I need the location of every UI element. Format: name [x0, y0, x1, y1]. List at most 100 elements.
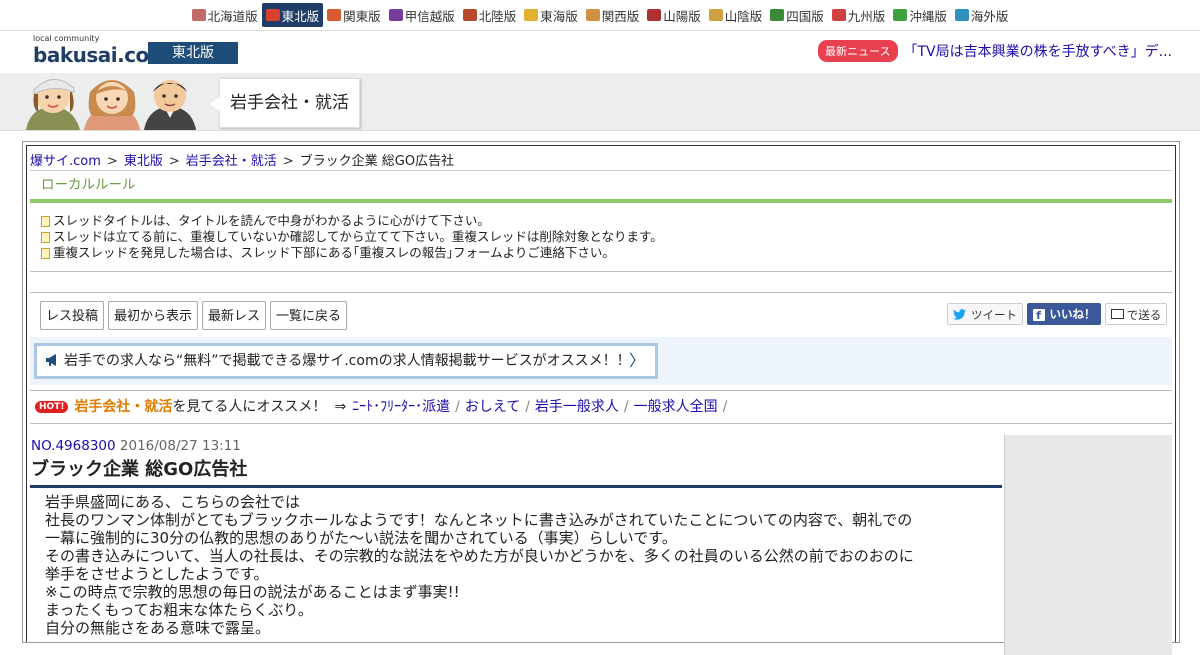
region-label: 北陸版: [478, 8, 517, 24]
region-link[interactable]: 海外版: [951, 3, 1013, 27]
region-link[interactable]: 四国版: [766, 3, 828, 27]
news-ticker[interactable]: 最新ニュース 「TV局は吉本興業の株を手放すべき」デ...: [818, 40, 1172, 62]
local-rule-item: スレッドタイトルは、タイトルを読んで中身がわかるように心がけて下さい。: [41, 213, 1172, 229]
edition-label[interactable]: 東北版: [148, 42, 238, 64]
like-label: いいね！: [1049, 307, 1096, 321]
region-icon: [770, 9, 785, 21]
post-reply-button[interactable]: レス投稿: [40, 301, 104, 330]
category-title: 岩手会社・就活: [210, 78, 360, 128]
thread-action-bar: レス投稿 最初から表示 最新レス 一覧に戻る ツイート f いいね！ で送る: [27, 293, 1175, 337]
recommend-link-iwate-jobs[interactable]: 岩手一般求人: [535, 391, 619, 423]
chevron-right-icon: 〉: [628, 351, 645, 370]
recommend-link-oshiete[interactable]: おしえて: [465, 391, 520, 423]
mail-send-button[interactable]: で送る: [1105, 303, 1167, 325]
region-label: 山陰版: [724, 8, 763, 24]
document-icon: [41, 231, 50, 243]
region-nav: 北海道版 東北版 関東版 甲信越版 北陸版 東海版 関西版 山陽版 山陰版 四国版 九州版 沖縄版 海外…: [0, 0, 1200, 31]
region-label: 甲信越版: [404, 8, 455, 24]
local-rule-item: 重複スレッドを発見した場合は、スレッド下部にある｢重複スレの報告｣フォームよりご…: [41, 245, 1172, 261]
local-rule-list: スレッドタイトルは、タイトルを読んで中身がわかるように心がけて下さい。 スレッド…: [30, 203, 1172, 272]
post-line: ※この時点で宗教的思想の毎日の説法があることはまず事実!!: [45, 583, 460, 601]
content-frame: 爆サイ.com > 東北版 > 岩手会社・就活 > ブラック企業 総GO広告社 ローカルルー…: [22, 141, 1180, 655]
local-rule-item: スレッドは立てる前に、重複していないか確認してから立てて下さい。重複スレッドは削…: [41, 229, 1172, 245]
thread-title: ブラック企業 総GO広告社: [30, 457, 1002, 488]
region-label: 北海道版: [207, 8, 258, 24]
news-badge: 最新ニュース: [818, 40, 898, 62]
post-meta: NO.4968300 2016/08/27 13:11: [30, 435, 1002, 457]
mail-label: で送る: [1126, 308, 1162, 322]
recommend-link-national-jobs[interactable]: 一般求人全国: [634, 391, 718, 423]
content-inner: 爆サイ.com > 東北版 > 岩手会社・就活 > ブラック企業 総GO広告社 ローカルルー…: [26, 145, 1176, 655]
region-label: 沖縄版: [909, 8, 947, 24]
facebook-icon: f: [1032, 309, 1045, 322]
post-date: 2016/08/27 13:11: [119, 438, 241, 454]
promo-area: 岩手での求人なら“無料”で掲載できる爆サイ.comの求人情報掲載サービスがオスス…: [30, 337, 1172, 385]
link-separator: /: [623, 399, 629, 415]
news-headline-link[interactable]: 「TV局は吉本興業の株を手放すべき」デ...: [904, 41, 1173, 61]
hot-badge: HOT!: [35, 401, 69, 413]
region-label: 山陽版: [663, 8, 701, 24]
breadcrumb-home[interactable]: 爆サイ.com: [30, 154, 101, 169]
site-header: local community bakusai.com 東北版 最新ニュース 「…: [0, 31, 1200, 74]
region-label: 関東版: [343, 8, 381, 24]
region-label: 九州版: [847, 8, 886, 24]
document-icon: [41, 247, 50, 259]
sidebar-ad-area: [1004, 435, 1172, 655]
region-link[interactable]: 山陽版: [643, 3, 705, 27]
region-icon: [191, 9, 206, 21]
post-line: 挙手をさせようとしたようです。: [45, 565, 269, 583]
recommend-suffix: を見てる人にオススメ！: [172, 399, 327, 415]
promo-text: 岩手での求人なら“無料”で掲載できる爆サイ.comの求人情報掲載サービスがオスス…: [64, 353, 631, 369]
recommend-category-link[interactable]: 岩手会社・就活: [74, 391, 172, 423]
link-separator: /: [455, 399, 460, 415]
local-rule-text: スレッドは立てる前に、重複していないか確認してから立てて下さい。重複スレッドは削…: [53, 229, 663, 244]
job-listing-promo-link[interactable]: 岩手での求人なら“無料”で掲載できる爆サイ.comの求人情報掲載サービスがオスス…: [34, 343, 658, 379]
facebook-like-button[interactable]: f いいね！: [1027, 303, 1101, 325]
recommend-link-neet[interactable]: ﾆｰﾄ･ﾌﾘｰﾀｰ･派遣: [352, 391, 450, 423]
region-link[interactable]: 沖縄版: [889, 3, 951, 27]
region-icon: [647, 9, 662, 21]
post-number-link[interactable]: NO.4968300: [31, 438, 116, 454]
region-icon: [524, 9, 539, 21]
breadcrumb-sep: >: [282, 154, 294, 169]
region-link[interactable]: 北海道版: [188, 3, 262, 27]
document-icon: [41, 215, 50, 227]
region-link[interactable]: 九州版: [828, 3, 890, 27]
tweet-label: ツイート: [971, 308, 1017, 322]
local-rule-text: スレッドタイトルは、タイトルを読んで中身がわかるように心がけて下さい。: [53, 213, 490, 228]
back-to-list-button[interactable]: 一覧に戻る: [270, 301, 347, 330]
region-icon: [831, 9, 846, 21]
recommend-bar: HOT! 岩手会社・就活 を見てる人にオススメ！ ⇒ ﾆｰﾄ･ﾌﾘｰﾀｰ･派遣 /…: [30, 390, 1172, 424]
region-label: 関西版: [601, 8, 640, 24]
region-link[interactable]: 山陰版: [705, 3, 767, 27]
megaphone-icon: [46, 354, 56, 366]
region-icon: [388, 9, 403, 21]
show-from-start-button[interactable]: 最初から表示: [108, 301, 198, 330]
local-rule-heading: ローカルルール: [30, 170, 1172, 203]
region-icon: [954, 9, 969, 21]
region-link[interactable]: 甲信越版: [385, 3, 459, 27]
region-label: 東海版: [540, 8, 578, 24]
link-separator: /: [722, 399, 728, 415]
local-rule-text: 重複スレッドを発見した場合は、スレッド下部にある｢重複スレの報告｣フォームよりご…: [53, 245, 615, 260]
latest-replies-button[interactable]: 最新レス: [202, 301, 266, 330]
post-body: 岩手県盛岡にある、こちらの会社では 社長のワンマン体制がとてもブラックホールなよ…: [30, 488, 1002, 637]
breadcrumb-sep: >: [168, 154, 180, 169]
breadcrumb-category[interactable]: 岩手会社・就活: [186, 154, 277, 169]
post-line: 岩手県盛岡にある、こちらの会社では: [45, 493, 301, 511]
post-line: 一幕に強制的に30分の仏教的思想のありがた～い説法を聞かされている（事実）らしい…: [45, 529, 677, 547]
region-link[interactable]: 東北版: [261, 3, 324, 27]
category-banner: 岩手会社・就活: [0, 74, 1200, 131]
region-link[interactable]: 北陸版: [459, 3, 521, 27]
twitter-icon: [953, 309, 966, 320]
region-link[interactable]: 関西版: [582, 3, 644, 27]
breadcrumb-current: ブラック企業 総GO広告社: [299, 154, 455, 169]
region-link[interactable]: 関東版: [323, 3, 385, 27]
region-icon: [327, 9, 342, 21]
region-link[interactable]: 東海版: [520, 3, 582, 27]
mail-icon: [1110, 309, 1124, 319]
tweet-button[interactable]: ツイート: [947, 303, 1023, 325]
mascot-faces-illustration: [26, 79, 196, 130]
breadcrumb-edition[interactable]: 東北版: [124, 154, 163, 169]
breadcrumb-sep: >: [106, 154, 118, 169]
